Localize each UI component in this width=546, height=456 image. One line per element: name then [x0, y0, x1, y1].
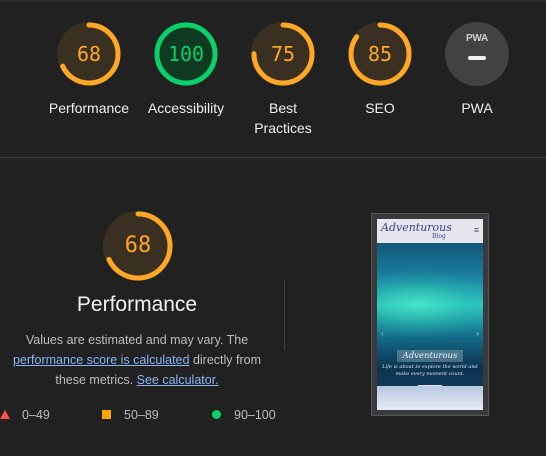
triangle-icon	[0, 410, 10, 419]
desc-text: Values are estimated and may vary. The	[25, 333, 249, 347]
gauge-ring: 85	[346, 20, 414, 88]
thumbnail-logo-sub: Blog	[432, 233, 446, 240]
gauge-label: Performance	[48, 100, 130, 116]
thumbnail-page: Adventurous Blog ≡ ‹ › Adventurous Life …	[377, 219, 483, 410]
menu-icon: ≡	[473, 225, 479, 235]
vertical-divider	[284, 280, 285, 350]
gauge-performance[interactable]: 68 Performance	[39, 20, 139, 118]
pwa-disc	[445, 22, 509, 86]
score-summary: 68 Performance 100 Accessibility 75 Best…	[0, 0, 546, 157]
pwa-badge-text: PWA	[466, 33, 488, 44]
snow-graphic	[377, 386, 483, 410]
gauge-label: Accessibility	[147, 100, 225, 116]
performance-gauge-large: 68	[101, 209, 175, 283]
desc-text: these metrics.	[55, 373, 137, 387]
gauge-pwa[interactable]: PWA PWA	[427, 20, 527, 118]
hero-subtitle: Life is about to explore the world and m…	[382, 364, 478, 377]
gauge-score: 68	[76, 42, 102, 66]
pwa-badge: PWA	[443, 20, 511, 88]
chevron-right-icon: ›	[476, 329, 479, 338]
hero-title: Adventurous	[396, 350, 464, 362]
performance-title: Performance	[76, 293, 198, 316]
performance-score: 68	[124, 233, 152, 258]
legend-range: 0–49	[22, 408, 50, 422]
circle-icon	[212, 410, 221, 419]
gauge-accessibility[interactable]: 100 Accessibility	[136, 20, 236, 118]
page-screenshot-thumbnail[interactable]: Adventurous Blog ≡ ‹ › Adventurous Life …	[371, 213, 489, 416]
pwa-dash-icon	[468, 56, 486, 60]
gauge-ring: 75	[249, 20, 317, 88]
gauge-best-practices[interactable]: 75 Best Practices	[233, 20, 333, 138]
see-calculator-link[interactable]: See calculator.	[137, 373, 219, 387]
desc-text: directly from	[189, 353, 262, 367]
gauge-score: 85	[367, 42, 393, 66]
performance-description: Values are estimated and may vary. The p…	[0, 330, 274, 390]
gauge-ring: 100	[152, 20, 220, 88]
gauge-score: 75	[270, 42, 296, 66]
legend-range: 50–89	[124, 408, 159, 422]
gauge-ring: 68	[55, 20, 123, 88]
gauge-label: Best Practices	[254, 100, 312, 136]
chevron-left-icon: ‹	[381, 329, 384, 338]
gauge-seo[interactable]: 85 SEO	[330, 20, 430, 118]
thumbnail-header: Adventurous Blog ≡	[377, 219, 483, 243]
aurora-graphic	[377, 269, 483, 339]
square-icon	[102, 410, 111, 419]
gauge-label: PWA	[461, 100, 493, 116]
score-calculated-link[interactable]: performance score is calculated	[13, 353, 189, 367]
gauge-label: SEO	[365, 100, 395, 116]
gauge-score: 100	[167, 42, 205, 66]
section-divider	[0, 157, 546, 158]
legend-range: 90–100	[234, 408, 276, 422]
